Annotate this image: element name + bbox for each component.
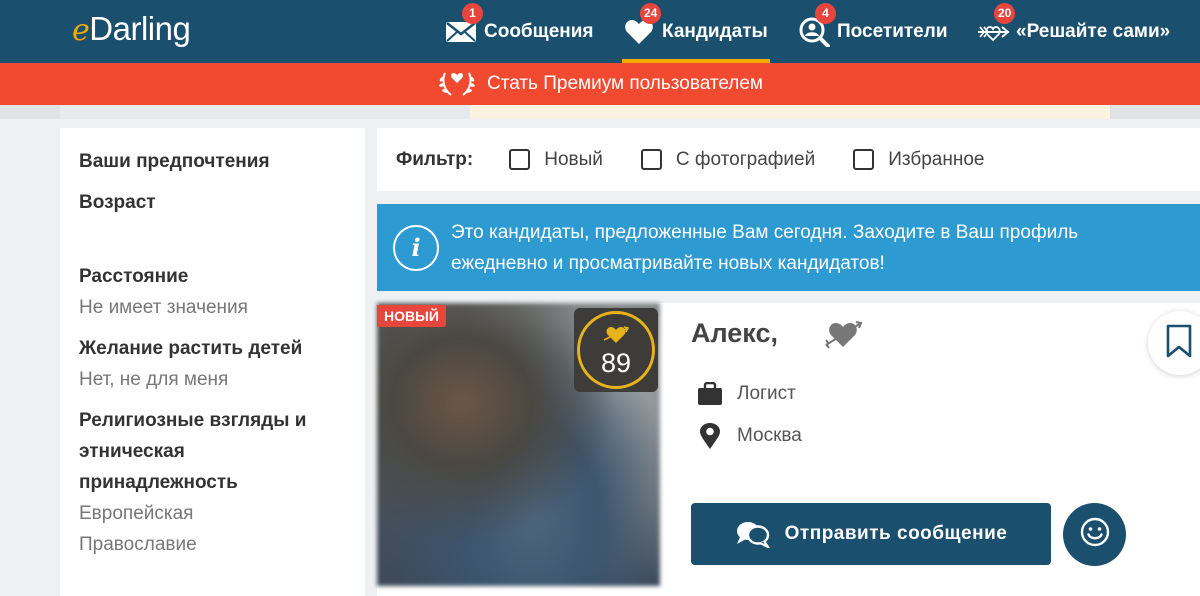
occupation-value: Логист [737, 383, 796, 404]
religion-value-2: Православие [79, 534, 197, 555]
city-row: Москва [697, 422, 802, 450]
messages-badge: 1 [462, 2, 483, 24]
age-label[interactable]: Возраст [79, 187, 365, 218]
nav-messages[interactable]: 1 Сообщения [444, 0, 594, 63]
nav-visitors-label: Посетители [837, 20, 948, 42]
checkbox-box[interactable] [853, 149, 875, 170]
heart-icon: 24 [622, 2, 662, 46]
visitors-badge: 4 [815, 2, 836, 24]
preferences-sidebar: Ваши предпочтения Возраст Расстояние Не … [60, 128, 365, 596]
preferences-title[interactable]: Ваши предпочтения [79, 146, 365, 177]
match-score-badge[interactable]: 89 [574, 308, 658, 392]
envelope-icon: 1 [444, 2, 483, 46]
top-navigation-bar: eDarling 1 Сообщения 24 Кандидаты 4 Посе… [0, 0, 1200, 63]
religion-label-line1: Религиозные взгляды и [79, 410, 307, 431]
filter-label: Фильтр: [396, 148, 474, 170]
nav-decide-yourself[interactable]: 20 «Решайте сами» [976, 0, 1170, 63]
cupid-arrow-icon: 20 [976, 2, 1016, 46]
info-text: Это кандидаты, предложенные Вам сегодня.… [451, 221, 1079, 274]
smiley-icon [1080, 517, 1110, 552]
filter-new-checkbox[interactable]: Новый [509, 149, 603, 171]
info-banner: i Это кандидаты, предложенные Вам сегодн… [377, 204, 1200, 291]
decorative-banner-strip [0, 105, 1200, 119]
religion-label-line3: принадлежность [79, 472, 238, 493]
filter-favorites-checkbox[interactable]: Избранное [853, 149, 985, 171]
decide-badge: 20 [994, 2, 1016, 24]
religion-label-line2: этническая [79, 441, 185, 462]
occupation-row: Логист [697, 382, 796, 406]
nav-visitors[interactable]: 4 Посетители [797, 0, 948, 63]
heart-arrow-favorite-icon[interactable] [824, 318, 864, 355]
checkbox-box[interactable] [509, 149, 531, 170]
chat-bubbles-icon [735, 520, 771, 548]
new-badge: НОВЫЙ [377, 305, 446, 327]
match-score: 89 [600, 347, 632, 378]
candidates-badge: 24 [640, 2, 662, 24]
edarling-logo[interactable]: eDarling [72, 10, 191, 48]
bookmark-icon [1166, 324, 1192, 363]
nav-messages-label: Сообщения [484, 20, 594, 42]
filter-with-photo-checkbox[interactable]: С фотографией [640, 149, 815, 171]
distance-label: Расстояние [79, 266, 189, 287]
nav-candidates[interactable]: 24 Кандидаты [622, 0, 770, 63]
send-message-button[interactable]: Отправить сообщение [691, 503, 1051, 565]
smile-button[interactable] [1063, 503, 1126, 566]
visitor-search-icon: 4 [797, 2, 836, 47]
checkbox-box[interactable] [640, 149, 662, 170]
heart-arrow-icon [601, 324, 631, 349]
filter-bar: Фильтр: Новый С фотографией Избранное [377, 128, 1200, 191]
send-message-label: Отправить сообщение [784, 523, 1008, 544]
children-value: Нет, не для меня [79, 369, 229, 390]
info-icon: i [393, 224, 439, 271]
premium-banner[interactable]: Стать Премиум пользователем [0, 63, 1200, 105]
children-label: Желание растить детей [79, 338, 303, 359]
briefcase-icon [697, 382, 723, 406]
nav-candidates-label: Кандидаты [662, 20, 768, 42]
distance-value: Не имеет значения [79, 297, 248, 318]
candidate-name[interactable]: Алекс, [691, 318, 778, 349]
city-value: Москва [737, 425, 802, 446]
premium-label: Стать Премиум пользователем [487, 73, 763, 94]
religion-value-1: Европейская [79, 503, 194, 524]
laurel-heart-icon [437, 69, 477, 99]
location-pin-icon [697, 422, 723, 450]
nav-decide-label: «Решайте сами» [1016, 20, 1171, 42]
